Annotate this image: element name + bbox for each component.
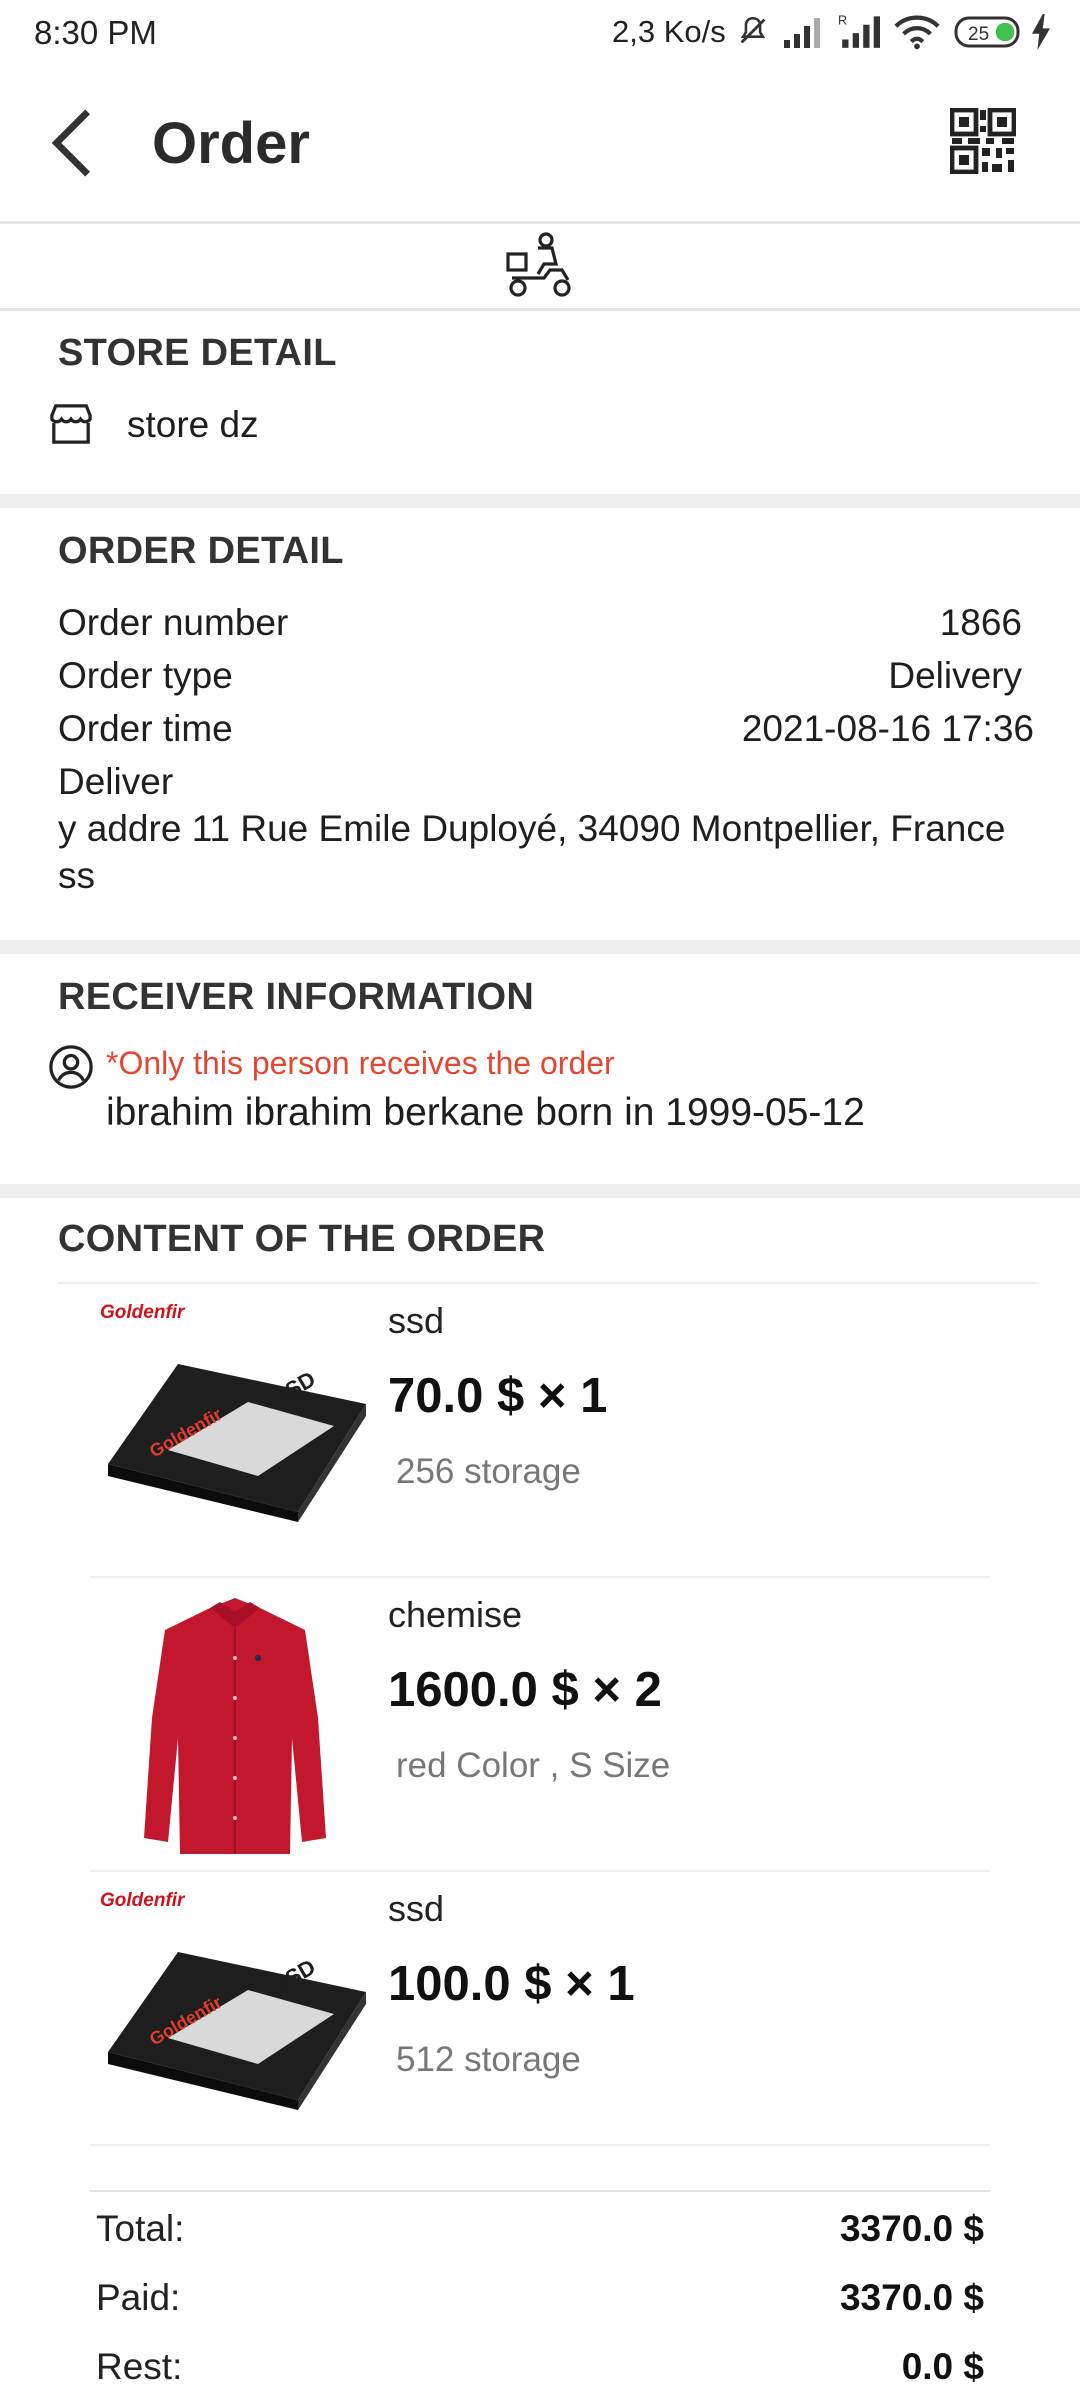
ssd-product-image: SSD Goldenfir <box>108 1952 366 2110</box>
order-content-heading: CONTENT OF THE ORDER <box>58 1218 546 1260</box>
divider <box>90 2190 990 2192</box>
mute-icon <box>740 16 766 44</box>
store-detail-heading: STORE DETAIL <box>58 332 337 374</box>
paid-value: 3370.0 $ <box>839 2277 984 2318</box>
order-time-label: Order time <box>58 708 233 749</box>
store-icon <box>50 404 92 444</box>
user-circle-icon <box>49 1045 93 1089</box>
charging-icon <box>1032 14 1050 50</box>
store-name: store dz <box>127 404 259 445</box>
back-arrow-icon[interactable] <box>44 108 104 178</box>
product-brand: Goldenfir <box>100 1302 185 1323</box>
product-price: 100.0 $ × 1 <box>388 1957 635 2011</box>
order-item[interactable]: chemise 1600.0 $ × 2 red Color , S Size <box>0 1578 1080 1870</box>
signal-icon: R <box>838 14 880 48</box>
rest-label: Rest: <box>96 2346 183 2387</box>
total-label: Total: <box>96 2208 185 2249</box>
delivery-address-line: y addre 11 Rue Emile Duployé, 34090 Mont… <box>58 808 1006 849</box>
order-number-label: Order number <box>58 602 289 643</box>
product-variant: red Color , S Size <box>396 1746 671 1785</box>
receiver-warning: *Only this person receives the order <box>106 1045 615 1081</box>
product-brand: Goldenfir <box>100 1890 185 1911</box>
section-divider <box>0 1184 1080 1198</box>
wifi-icon <box>894 15 940 50</box>
product-name: ssd <box>388 1300 445 1341</box>
order-type-value: Delivery <box>888 655 1022 696</box>
order-number-value: 1866 <box>939 602 1022 643</box>
paid-label: Paid: <box>96 2277 181 2318</box>
order-item[interactable]: Goldenfir SSD Goldenfir ssd 70.0 $ × 1 2… <box>0 1284 1080 1576</box>
qr-code-icon[interactable] <box>950 108 1016 174</box>
page-title: Order <box>152 111 310 176</box>
delivery-address-line: ss <box>58 855 95 896</box>
divider <box>90 2144 990 2146</box>
svg-text:R: R <box>838 14 847 28</box>
total-value: 3370.0 $ <box>839 2208 984 2249</box>
delivery-address-line: Deliver <box>58 761 174 802</box>
section-divider <box>0 940 1080 954</box>
product-name: chemise <box>388 1594 523 1635</box>
delivery-scooter-icon <box>506 232 571 297</box>
status-time: 8:30 PM <box>34 14 157 51</box>
status-bar: 8:30 PM 2,3 Ko/s R 25 <box>0 0 1080 66</box>
battery-icon: 25 <box>954 16 1020 48</box>
rest-value: 0.0 $ <box>901 2346 984 2387</box>
network-speed: 2,3 Ko/s <box>612 14 726 49</box>
product-variant: 512 storage <box>396 2040 581 2079</box>
shirt-product-image <box>144 1598 326 1854</box>
ssd-product-image: SSD Goldenfir <box>108 1364 366 1522</box>
product-name: ssd <box>388 1888 445 1929</box>
battery-level: 25 <box>968 24 989 45</box>
product-price: 70.0 $ × 1 <box>388 1369 608 1423</box>
signal-icon <box>784 18 820 48</box>
order-detail-heading: ORDER DETAIL <box>58 530 344 572</box>
product-price: 1600.0 $ × 2 <box>388 1663 662 1717</box>
app-bar: Order <box>0 66 1080 224</box>
receiver-heading: RECEIVER INFORMATION <box>58 976 535 1018</box>
order-type-label: Order type <box>58 655 233 696</box>
product-variant: 256 storage <box>396 1452 581 1491</box>
order-time-value: 2021-08-16 17:36 <box>741 708 1034 749</box>
delivery-mode-bar <box>0 224 1080 311</box>
order-item[interactable]: Goldenfir SSD Goldenfir ssd 100.0 $ × 1 … <box>0 1872 1080 2146</box>
section-divider <box>0 494 1080 508</box>
receiver-name: ibrahim ibrahim berkane born in 1999-05-… <box>106 1091 865 1134</box>
